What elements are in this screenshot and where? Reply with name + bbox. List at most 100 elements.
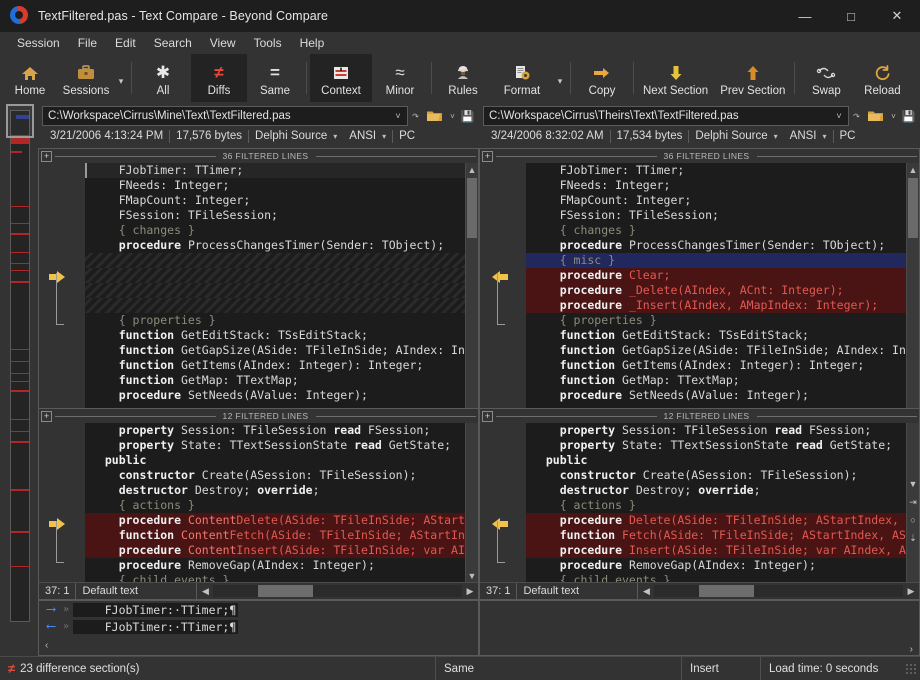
overview-track[interactable] [10,110,30,622]
toolbar-reload-button[interactable]: Reload [854,54,910,102]
right-file-platform[interactable]: PC [834,130,862,142]
toolbar-same-button[interactable]: = Same [247,54,303,102]
save-icon[interactable]: 💾 [460,106,475,126]
refresh-icon[interactable]: ↷ [849,106,864,126]
toolbar-minor-button[interactable]: ≈ Minor [372,54,428,102]
left-file-syntax[interactable]: Delphi Source ▾ [249,130,343,142]
left-bottom-code[interactable]: property Session: TFileSession read FSes… [85,423,465,582]
left-bottom-filter-bar[interactable]: + 12 FILTERED LINES [39,409,478,423]
right-diff-pane[interactable]: + 36 FILTERED LINES FJobTimer: TTimer; F… [479,148,920,600]
scroll-thumb[interactable] [699,585,754,597]
left-vertical-scrollbar[interactable]: ▲ [465,163,478,408]
difference-overview-map[interactable] [0,102,38,656]
scroll-thumb[interactable] [467,178,477,238]
maximize-button[interactable]: □ [828,0,874,32]
toolbar-diffs-button[interactable]: ≠ Diffs [191,54,247,102]
left-bottom-gutter[interactable] [39,423,85,582]
toolbar-copy-button[interactable]: Copy [574,54,630,102]
folder-dropdown-caret-icon[interactable]: ˅ [886,106,901,126]
code-line[interactable]: function GetMap: TTextMap; [526,373,906,388]
toolbar-swap-button[interactable]: Swap [798,54,854,102]
left-top-gutter[interactable] [39,163,85,408]
expand-filtered-lines-icon[interactable]: + [482,151,493,162]
right-bottom-filter-bar[interactable]: + 12 FILTERED LINES [480,409,919,423]
left-diff-pane[interactable]: + 36 FILTERED LINES FJobTimer: TTimer; F… [38,148,479,600]
scroll-right-icon[interactable]: ▶ [903,586,919,597]
code-line[interactable]: destructor Destroy; override; [526,483,906,498]
code-line[interactable]: public [85,453,465,468]
menu-file[interactable]: File [69,34,106,52]
refresh-icon[interactable]: ↷ [408,106,423,126]
right-top-gutter[interactable] [480,163,526,408]
format-dropdown-caret-icon[interactable]: ▾ [553,54,567,102]
toolbar-all-button[interactable]: ✱ All [135,54,191,102]
scroll-up-icon[interactable]: ▲ [466,163,478,176]
code-line[interactable]: procedure ContentInsert(ASide: TFileInSi… [85,543,465,558]
code-line[interactable]: { actions } [85,498,465,513]
code-line[interactable]: function GetGapSize(ASide: TFileInSide; … [85,343,465,358]
expand-filtered-lines-icon[interactable]: + [41,151,52,162]
code-line[interactable]: property Session: TFileSession read FSes… [85,423,465,438]
right-bottom-gutter[interactable] [480,423,526,582]
code-line[interactable]: function GetEditStack: TSsEditStack; [526,328,906,343]
scroll-down-icon[interactable]: ▼ [907,475,919,493]
menu-edit[interactable]: Edit [106,34,145,52]
save-icon[interactable]: 💾 [901,106,916,126]
code-line[interactable]: procedure _Insert(AIndex, AMapIndex: Int… [526,298,906,313]
line-detail-row[interactable]: ⟶ » FJobTimer:·TTimer;¶ [39,601,478,618]
scroll-up-icon[interactable]: ▲ [907,163,919,176]
last-difference-icon[interactable]: ⇣ [907,529,919,547]
code-line[interactable]: { actions } [526,498,906,513]
code-line[interactable]: destructor Destroy; override; [85,483,465,498]
folder-dropdown-caret-icon[interactable]: ˅ [445,106,460,126]
open-folder-icon[interactable] [864,106,886,126]
toolbar-prev-section-button[interactable]: Prev Section [714,54,791,102]
menu-search[interactable]: Search [145,34,201,52]
menu-help[interactable]: Help [291,34,334,52]
code-line[interactable]: function ContentFetch(ASide: TFileInSide… [85,528,465,543]
code-line[interactable]: { properties } [85,313,465,328]
code-line[interactable]: FJobTimer: TTimer; [85,163,465,178]
menu-session[interactable]: Session [8,34,69,52]
line-detail-scroll[interactable]: ‹ [39,635,478,655]
right-top-code[interactable]: FJobTimer: TTimer; FNeeds: Integer; FMap… [526,163,906,408]
left-file-platform[interactable]: PC [393,130,421,142]
left-horizontal-scrollbar[interactable]: ◀ ▶ [197,583,478,599]
code-line[interactable]: { child events } [526,573,906,582]
scroll-right-icon[interactable]: › [910,644,913,655]
right-file-syntax[interactable]: Delphi Source ▾ [689,130,783,142]
code-line[interactable]: function GetItems(AIndex: Integer): Inte… [526,358,906,373]
code-line[interactable]: property Session: TFileSession read FSes… [526,423,906,438]
chevron-down-icon[interactable]: ˅ [391,111,405,121]
code-line[interactable]: { properties } [526,313,906,328]
code-line[interactable]: procedure RemoveGap(AIndex: Integer); [526,558,906,573]
right-line-detail[interactable]: › [479,600,920,656]
chevron-down-icon[interactable]: ˅ [832,111,846,121]
first-difference-icon[interactable]: ⇥ [907,493,919,511]
code-line[interactable] [85,268,465,283]
right-path-combobox[interactable]: C:\Workspace\Cirrus\Theirs\Text\TextFilt… [483,106,849,126]
open-folder-icon[interactable] [423,106,445,126]
scroll-thumb[interactable] [258,585,313,597]
code-line[interactable]: property State: TTextSessionState read G… [526,438,906,453]
code-line[interactable]: function Fetch(ASide: TFileInSide; AStar… [526,528,906,543]
menu-tools[interactable]: Tools [245,34,291,52]
left-top-code[interactable]: FJobTimer: TTimer; FNeeds: Integer; FMap… [85,163,465,408]
menu-view[interactable]: View [201,34,245,52]
toolbar-sessions-button[interactable]: Sessions [58,54,114,102]
current-difference-icon[interactable]: ○ [907,511,919,529]
resize-grip[interactable] [905,663,917,675]
code-line[interactable] [85,298,465,313]
code-line[interactable]: { child events } [85,573,465,582]
code-line[interactable]: function GetMap: TTextMap; [85,373,465,388]
left-top-filter-bar[interactable]: + 36 FILTERED LINES [39,149,478,163]
left-path-combobox[interactable]: C:\Workspace\Cirrus\Mine\Text\TextFilter… [42,106,408,126]
scroll-left-icon[interactable]: ‹ [45,640,48,651]
scroll-left-icon[interactable]: ◀ [197,586,213,597]
minimize-button[interactable]: — [782,0,828,32]
code-line[interactable]: property State: TTextSessionState read G… [85,438,465,453]
code-line[interactable]: constructor Create(ASession: TFileSessio… [85,468,465,483]
scroll-right-icon[interactable]: ▶ [462,586,478,597]
scroll-down-icon[interactable]: ▼ [466,569,478,582]
code-line[interactable]: procedure Delete(ASide: TFileInSide; ASt… [526,513,906,528]
